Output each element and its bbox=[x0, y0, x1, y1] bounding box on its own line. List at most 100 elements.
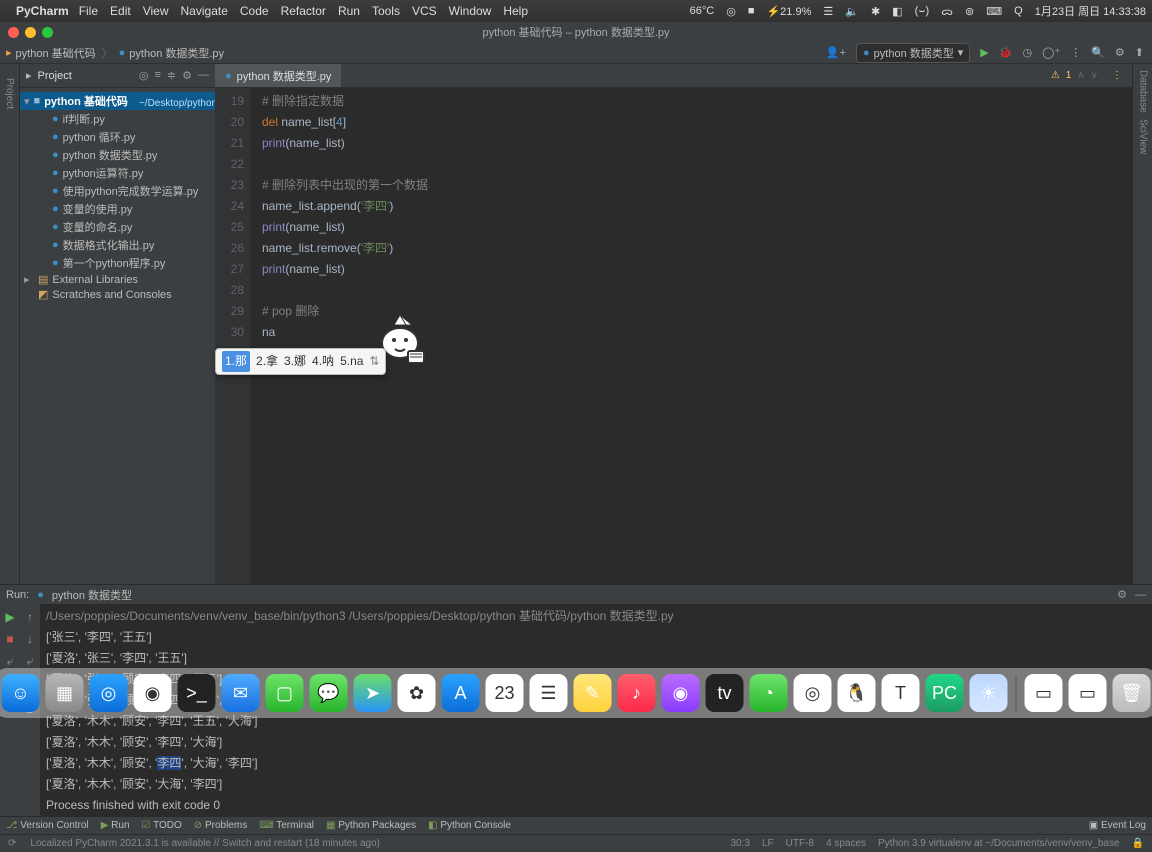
menubar-item[interactable]: ⚡21.9% bbox=[766, 5, 811, 18]
breadcrumb-root[interactable]: ▸ python 基础代码 bbox=[0, 45, 102, 61]
menubar-item[interactable]: ■ bbox=[748, 5, 755, 17]
menubar-item[interactable]: 🔈 bbox=[845, 5, 859, 18]
inspections[interactable]: ⚠1 ∧∨ ⋮ bbox=[1051, 70, 1132, 81]
menu-help[interactable]: Help bbox=[503, 4, 528, 18]
hide-icon[interactable]: — bbox=[1135, 589, 1146, 601]
dock-podcasts[interactable]: ◉ bbox=[662, 674, 700, 712]
toolwin-version-control[interactable]: ⎇ Version Control bbox=[6, 820, 89, 831]
dock-terminal[interactable]: >_ bbox=[178, 674, 216, 712]
status-item[interactable]: LF bbox=[762, 838, 774, 849]
dock-numbers[interactable]: ▭ bbox=[1069, 674, 1107, 712]
dock-photos[interactable]: ✿ bbox=[398, 674, 436, 712]
menu-file[interactable]: File bbox=[79, 4, 98, 18]
tree-file[interactable]: ●变量的命名.py bbox=[20, 218, 215, 236]
dock-notes[interactable]: ✎ bbox=[574, 674, 612, 712]
dock-tv[interactable]: tv bbox=[706, 674, 744, 712]
menu-navigate[interactable]: Navigate bbox=[181, 4, 228, 18]
dock-weather[interactable]: ☀ bbox=[970, 674, 1008, 712]
dock-maps[interactable]: ➤ bbox=[354, 674, 392, 712]
menu-code[interactable]: Code bbox=[240, 4, 269, 18]
menu-edit[interactable]: Edit bbox=[110, 4, 131, 18]
dock-typora[interactable]: T bbox=[882, 674, 920, 712]
dock-launchpad[interactable]: ▦ bbox=[46, 674, 84, 712]
gear-icon[interactable]: ⚙ bbox=[182, 69, 192, 82]
dock-safari[interactable]: ◎ bbox=[90, 674, 128, 712]
dock-pages[interactable]: ▭ bbox=[1025, 674, 1063, 712]
tree-file[interactable]: ●数据格式化输出.py bbox=[20, 236, 215, 254]
dock-qqbrowser[interactable]: ◎ bbox=[794, 674, 832, 712]
menu-refactor[interactable]: Refactor bbox=[281, 4, 326, 18]
dock-appstore[interactable]: A bbox=[442, 674, 480, 712]
menubar-item[interactable]: ⊚ bbox=[965, 5, 974, 18]
project-root[interactable]: ▾ ■ python 基础代码 ~/Desktop/python 基… bbox=[20, 92, 215, 110]
status-message[interactable]: Localized PyCharm 2021.3.1 is available … bbox=[30, 838, 380, 849]
dock-music[interactable]: ♪ bbox=[618, 674, 656, 712]
toolwin-run[interactable]: ▶ Run bbox=[101, 820, 130, 831]
dock-finder[interactable]: ☺ bbox=[2, 674, 40, 712]
flatten-icon[interactable]: ≡ bbox=[154, 69, 160, 82]
menubar-item[interactable]: 1月23日 周日 14:33:38 bbox=[1035, 3, 1146, 19]
hide-icon[interactable]: — bbox=[198, 69, 209, 82]
event-log[interactable]: ▣ Event Log bbox=[1089, 820, 1146, 831]
debug-icon[interactable]: 🐞 bbox=[999, 46, 1013, 59]
status-item[interactable]: 4 spaces bbox=[826, 838, 866, 849]
traffic-lights[interactable] bbox=[8, 27, 53, 38]
breadcrumb-file[interactable]: ● python 数据类型.py bbox=[113, 45, 230, 61]
more-icon[interactable]: ⋮ bbox=[1070, 46, 1081, 59]
stop-icon[interactable]: ■ bbox=[6, 632, 13, 646]
tree-file[interactable]: ●第一个python程序.py bbox=[20, 254, 215, 272]
dock-pycharm[interactable]: PC bbox=[926, 674, 964, 712]
dock-qq[interactable]: 🐧 bbox=[838, 674, 876, 712]
tree-file[interactable]: ●python运算符.py bbox=[20, 164, 215, 182]
dock-wechat[interactable]: ◔ bbox=[750, 674, 788, 712]
status-item[interactable]: Python 3.9 virtualenv at ~/Documents/ven… bbox=[878, 838, 1120, 849]
toolwin-todo[interactable]: ☑ TODO bbox=[142, 820, 182, 831]
project-tree[interactable]: ▾ ■ python 基础代码 ~/Desktop/python 基… ●if判… bbox=[20, 88, 215, 584]
menubar-item[interactable]: ☰ bbox=[823, 5, 833, 18]
tree-file[interactable]: ●if判断.py bbox=[20, 110, 215, 128]
target-icon[interactable]: ◎ bbox=[139, 69, 149, 82]
toolwin-terminal[interactable]: ⌨ Terminal bbox=[259, 820, 314, 831]
menubar-item[interactable]: Q bbox=[1014, 5, 1023, 17]
dock-messages[interactable]: 💬 bbox=[310, 674, 348, 712]
editor[interactable]: 192021222324252627282930 # 删除指定数据del nam… bbox=[215, 88, 1132, 584]
status-item[interactable]: UTF-8 bbox=[786, 838, 814, 849]
dock-facetime[interactable]: ▢ bbox=[266, 674, 304, 712]
editor-tab[interactable]: ● python 数据类型.py bbox=[215, 64, 341, 87]
menubar-item[interactable]: (⌣) bbox=[915, 5, 930, 18]
ime-candidates[interactable]: 1.那2.拿3.娜4.呐5.na⇅ bbox=[215, 348, 386, 375]
ide-update-icon[interactable]: ⬆ bbox=[1135, 46, 1144, 59]
menubar-item[interactable]: ⌨ bbox=[986, 5, 1002, 18]
tree-file[interactable]: ●变量的使用.py bbox=[20, 200, 215, 218]
exit-icon[interactable]: ⤶ bbox=[7, 654, 14, 669]
tree-file[interactable]: ●python 数据类型.py bbox=[20, 146, 215, 164]
coverage-icon[interactable]: ◷ bbox=[1022, 46, 1032, 59]
sciview-tab[interactable]: SciView bbox=[1137, 119, 1149, 154]
external-libraries[interactable]: ▸▤ External Libraries bbox=[20, 272, 215, 287]
tree-file[interactable]: ●python 循环.py bbox=[20, 128, 215, 146]
lock-icon[interactable]: 🔒 bbox=[1132, 838, 1144, 849]
project-tab[interactable]: Project bbox=[4, 78, 15, 109]
profile-icon[interactable]: ◯⁺ bbox=[1042, 46, 1060, 59]
menu-run[interactable]: Run bbox=[338, 4, 360, 18]
toolwin-problems[interactable]: ⊘ Problems bbox=[194, 820, 247, 831]
wrap-icon[interactable]: ⤶ bbox=[27, 654, 34, 669]
menubar-item[interactable]: 66°C bbox=[690, 5, 715, 17]
tree-file[interactable]: ●使用python完成数学运算.py bbox=[20, 182, 215, 200]
dock-chrome[interactable]: ◉ bbox=[134, 674, 172, 712]
database-tab[interactable]: Database bbox=[1137, 70, 1149, 113]
app-name[interactable]: PyCharm bbox=[16, 4, 69, 18]
menubar-item[interactable]: ◎ bbox=[726, 5, 736, 18]
menubar-item[interactable]: ᯅ bbox=[941, 4, 953, 19]
toolwin-python-packages[interactable]: ▦ Python Packages bbox=[326, 820, 416, 831]
toolwin-python-console[interactable]: ◧ Python Console bbox=[428, 820, 511, 831]
minimize-icon[interactable] bbox=[25, 27, 36, 38]
menubar-item[interactable]: ◧ bbox=[892, 5, 902, 18]
down-icon[interactable]: ↓ bbox=[27, 632, 33, 646]
dock-trash[interactable]: 🗑 bbox=[1113, 674, 1151, 712]
menu-window[interactable]: Window bbox=[449, 4, 492, 18]
update-icon[interactable]: ⟳ bbox=[8, 838, 16, 849]
dock-reminders[interactable]: ☰ bbox=[530, 674, 568, 712]
run-config-selector[interactable]: ● python 数据类型 ▾ bbox=[856, 43, 970, 63]
search-icon[interactable]: 🔍 bbox=[1091, 46, 1105, 59]
